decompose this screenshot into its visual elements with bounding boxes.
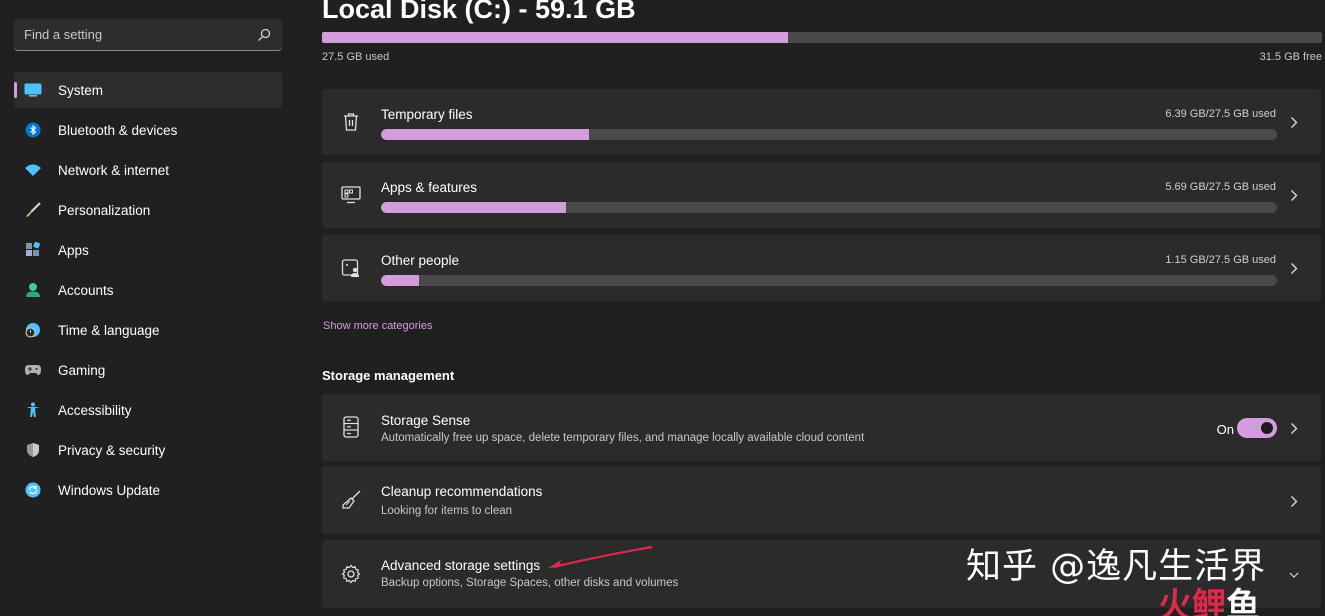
accounts-icon (24, 281, 42, 299)
other-people-icon (340, 257, 362, 279)
toggle-knob (1261, 422, 1273, 434)
disk-usage-fill (322, 32, 788, 43)
shield-icon (24, 441, 42, 459)
disk-free-label: 31.5 GB free (1259, 51, 1322, 63)
update-icon (24, 481, 42, 499)
search-input[interactable]: Find a setting (24, 27, 256, 42)
sidebar-item-label: Bluetooth & devices (58, 122, 178, 138)
cleanup-title: Cleanup recommendations (381, 484, 543, 499)
sidebar: Find a setting System Bluetooth & device… (0, 0, 296, 616)
category-temporary-files[interactable]: Temporary files 6.39 GB/27.5 GB used (322, 89, 1321, 155)
category-usage-value: 1.15 GB/27.5 GB used (1165, 254, 1276, 266)
category-usage-fill (381, 202, 567, 213)
watermark-brand-part: 鱼 (1226, 586, 1260, 616)
category-apps-features[interactable]: Apps & features 5.69 GB/27.5 GB used (322, 162, 1321, 228)
sidebar-item-apps[interactable]: Apps (14, 232, 282, 268)
storage-sense-toggle[interactable] (1237, 418, 1277, 438)
broom-icon (340, 489, 362, 511)
category-usage-fill (381, 129, 589, 140)
sidebar-item-bluetooth[interactable]: Bluetooth & devices (14, 112, 282, 148)
sidebar-item-label: Privacy & security (58, 442, 166, 458)
search-icon[interactable] (256, 27, 272, 43)
toggle-state-label: On (1216, 422, 1234, 437)
watermark-brand-part: 火 (1158, 586, 1192, 616)
section-heading: Storage management (322, 368, 455, 383)
chevron-right-icon (1289, 261, 1299, 275)
page-title: Local Disk (C:) - 59.1 GB (322, 0, 636, 24)
sidebar-item-label: Personalization (58, 202, 151, 218)
disk-used-label: 27.5 GB used (322, 51, 390, 63)
system-icon (24, 81, 42, 99)
advanced-storage-description: Backup options, Storage Spaces, other di… (381, 577, 679, 589)
sidebar-item-system[interactable]: System (14, 72, 282, 108)
sidebar-item-time-language[interactable]: Time & language (14, 312, 282, 348)
category-title: Apps & features (381, 180, 478, 195)
wifi-icon (24, 161, 42, 179)
annotation-arrow (548, 545, 653, 569)
disk-usage-bar (322, 32, 1322, 43)
sidebar-item-windows-update[interactable]: Windows Update (14, 472, 282, 508)
gear-icon (340, 563, 362, 585)
globe-clock-icon (24, 321, 42, 339)
sidebar-nav: System Bluetooth & devices Network & int… (14, 72, 282, 512)
brush-icon (24, 201, 42, 219)
category-title: Temporary files (381, 107, 473, 122)
chevron-right-icon (1289, 115, 1299, 129)
main-content: Local Disk (C:) - 59.1 GB 27.5 GB used 3… (322, 0, 1325, 616)
apps-icon (24, 241, 42, 259)
sidebar-item-gaming[interactable]: Gaming (14, 352, 282, 388)
category-other-people[interactable]: Other people 1.15 GB/27.5 GB used (322, 235, 1321, 301)
chevron-right-icon (1289, 188, 1299, 202)
chevron-down-icon[interactable] (1289, 568, 1299, 582)
storage-sense-title: Storage Sense (381, 413, 471, 428)
cleanup-recommendations-card[interactable]: Cleanup recommendations Looking for item… (322, 466, 1321, 534)
storage-sense-description: Automatically free up space, delete temp… (381, 432, 865, 444)
gamepad-icon (24, 361, 42, 379)
sidebar-item-network[interactable]: Network & internet (14, 152, 282, 188)
advanced-storage-title: Advanced storage settings (381, 558, 541, 573)
apps-features-icon (340, 184, 362, 206)
storage-sense-card[interactable]: Storage Sense Automatically free up spac… (322, 394, 1321, 461)
category-usage-bar (381, 129, 1277, 140)
sidebar-item-label: Windows Update (58, 482, 161, 498)
sidebar-item-label: Gaming (58, 362, 106, 378)
sidebar-item-privacy[interactable]: Privacy & security (14, 432, 282, 468)
cleanup-description: Looking for items to clean (381, 505, 513, 517)
storage-drive-icon (340, 416, 362, 438)
accessibility-icon (24, 401, 42, 419)
category-usage-value: 5.69 GB/27.5 GB used (1165, 181, 1276, 193)
sidebar-item-accessibility[interactable]: Accessibility (14, 392, 282, 428)
bluetooth-icon (24, 121, 42, 139)
category-usage-fill (381, 275, 419, 286)
category-usage-bar (381, 202, 1277, 213)
watermark-brand-part: 鲤 (1192, 586, 1226, 616)
sidebar-item-label: Accessibility (58, 402, 132, 418)
sidebar-item-accounts[interactable]: Accounts (14, 272, 282, 308)
sidebar-item-label: Apps (58, 242, 89, 258)
sidebar-item-label: Accounts (58, 282, 114, 298)
search-box[interactable]: Find a setting (14, 19, 282, 51)
chevron-right-icon (1289, 421, 1299, 435)
sidebar-item-label: System (58, 82, 104, 98)
sidebar-item-personalization[interactable]: Personalization (14, 192, 282, 228)
sidebar-item-label: Network & internet (58, 162, 170, 178)
category-usage-bar (381, 275, 1277, 286)
sidebar-item-label: Time & language (58, 322, 160, 338)
trash-icon (340, 111, 362, 133)
watermark-brand: 火鲤鱼 (1158, 578, 1260, 616)
category-title: Other people (381, 253, 460, 268)
category-usage-value: 6.39 GB/27.5 GB used (1165, 108, 1276, 120)
chevron-right-icon (1289, 494, 1299, 508)
show-more-categories-link[interactable]: Show more categories (323, 320, 432, 332)
